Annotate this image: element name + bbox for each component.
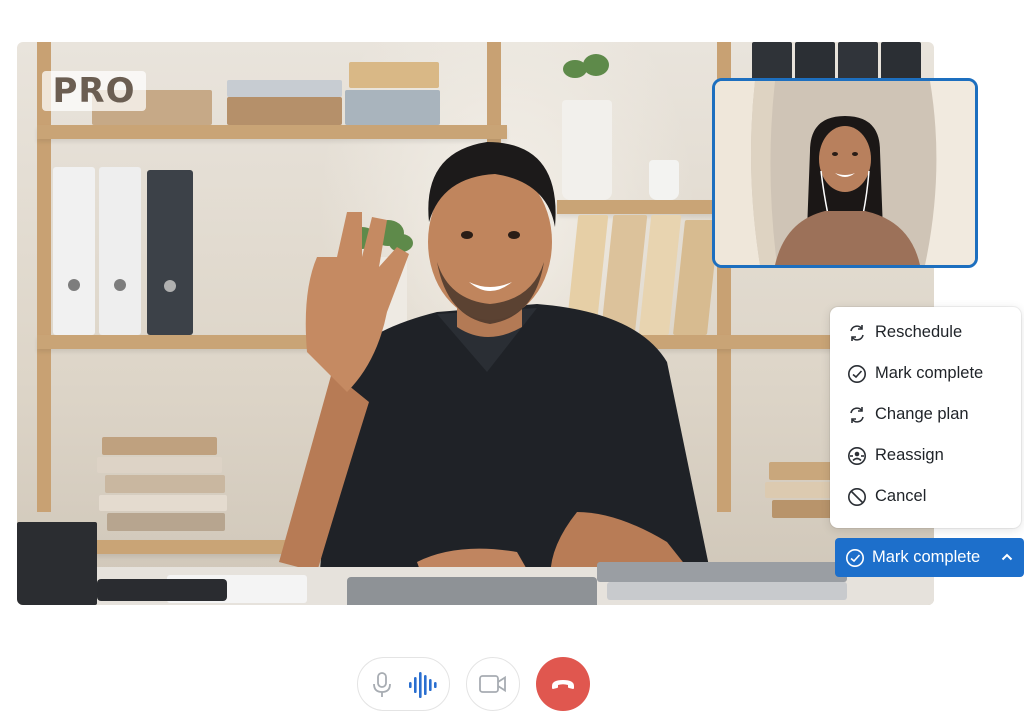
notebook <box>597 562 847 582</box>
participant-video-thumbnail[interactable] <box>712 78 978 268</box>
pro-badge-label: PRO <box>52 71 136 111</box>
ban-icon <box>846 486 868 508</box>
refresh-icon <box>846 404 868 426</box>
phone-hangup-icon <box>550 677 576 691</box>
camera-toggle-button[interactable] <box>466 657 520 711</box>
mark-complete-label: Mark complete <box>872 548 981 566</box>
menu-item-change-plan[interactable]: Change plan <box>830 394 1021 435</box>
check-circle-icon <box>845 548 865 568</box>
notebook <box>607 582 847 600</box>
audio-wave-icon <box>408 671 438 699</box>
menu-item-label: Mark complete <box>875 364 984 382</box>
video-camera-icon <box>479 674 507 694</box>
check-circle-icon <box>846 363 868 385</box>
pen-holder <box>17 522 97 605</box>
audio-control-pill <box>357 657 450 711</box>
end-call-button[interactable] <box>536 657 590 711</box>
pro-badge: PRO <box>42 71 146 111</box>
menu-item-mark-complete[interactable]: Mark complete <box>830 353 1021 394</box>
mark-complete-button[interactable]: Mark complete <box>835 538 1024 577</box>
menu-item-cancel[interactable]: Cancel <box>830 476 1021 517</box>
menu-item-label: Cancel <box>875 487 927 505</box>
menu-item-label: Change plan <box>875 405 969 423</box>
menu-item-label: Reassign <box>875 446 944 464</box>
reassign-icon <box>846 445 868 467</box>
menu-item-reassign[interactable]: Reassign <box>830 435 1021 476</box>
laptop <box>347 577 597 605</box>
participant-person <box>715 81 975 265</box>
menu-item-label: Reschedule <box>875 323 963 341</box>
refresh-icon <box>846 322 868 344</box>
menu-item-reschedule[interactable]: Reschedule <box>830 312 1021 353</box>
smartphone <box>97 579 227 601</box>
microphone-icon[interactable] <box>371 672 393 698</box>
chevron-up-icon[interactable] <box>1000 550 1014 569</box>
action-menu: Reschedule Mark complete Change plan Rea… <box>830 307 1021 528</box>
